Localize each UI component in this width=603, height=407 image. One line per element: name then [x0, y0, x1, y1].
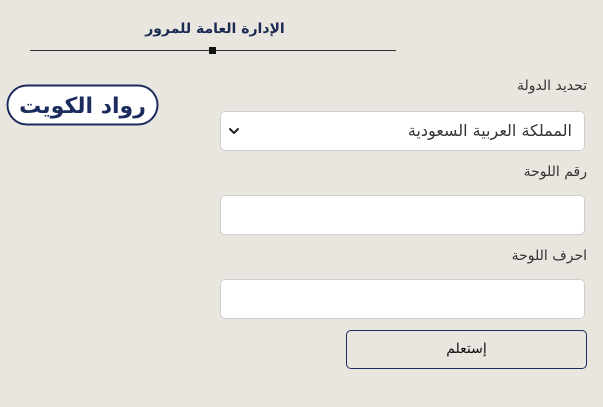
plate-number-input[interactable]: [220, 195, 585, 235]
submit-button[interactable]: إستعلم: [346, 330, 587, 369]
country-label: تحديد الدولة: [516, 78, 587, 94]
chevron-down-icon: [229, 128, 239, 134]
plate-letters-input[interactable]: [220, 279, 585, 319]
country-select[interactable]: المملكة العربية السعودية: [220, 111, 585, 151]
plate-number-label: رقم اللوحة: [523, 164, 587, 180]
country-select-value: المملكة العربية السعودية: [407, 121, 572, 140]
query-form: تحديد الدولة المملكة العربية السعودية رق…: [220, 0, 587, 407]
divider-marker: [209, 47, 216, 54]
brand-logo: رواد الكويت: [6, 84, 159, 126]
plate-letters-label: احرف اللوحة: [511, 248, 587, 264]
logo-text: رواد الكويت: [19, 94, 146, 119]
